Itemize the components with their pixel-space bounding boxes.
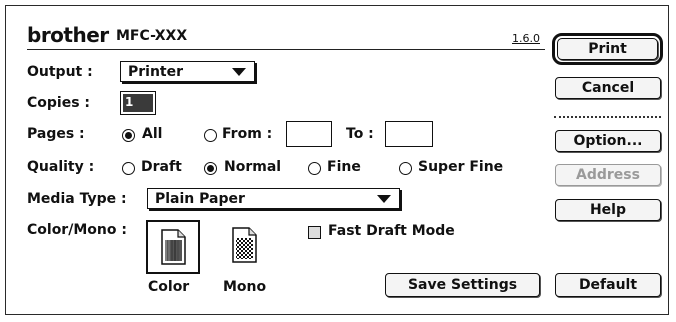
media-type-popup[interactable]: Plain Paper bbox=[147, 188, 400, 209]
copies-label: Copies : bbox=[27, 95, 91, 111]
model-name: MFC-XXX bbox=[116, 28, 188, 44]
output-value: Printer bbox=[128, 63, 184, 80]
help-button[interactable]: Help bbox=[555, 199, 661, 221]
color-mono-label: Color/Mono : bbox=[27, 222, 127, 238]
save-settings-button-label: Save Settings bbox=[407, 277, 518, 293]
copies-field[interactable]: 1 bbox=[120, 91, 156, 115]
color-label: Color bbox=[148, 279, 190, 295]
color-option[interactable] bbox=[146, 220, 200, 274]
pages-from-label: From : bbox=[222, 126, 273, 142]
pages-to-label: To : bbox=[346, 126, 374, 142]
media-type-label: Media Type : bbox=[27, 191, 127, 207]
address-button[interactable]: Address bbox=[555, 164, 661, 186]
default-button-label: Default bbox=[578, 277, 638, 293]
pages-from-field[interactable] bbox=[286, 121, 332, 147]
cancel-button[interactable]: Cancel bbox=[555, 77, 661, 99]
print-dialog: brother MFC-XXX 1.6.0 Output : Printer C… bbox=[5, 5, 669, 315]
button-separator bbox=[554, 116, 661, 118]
pages-all-label: All bbox=[142, 126, 163, 142]
print-button[interactable]: Print bbox=[552, 33, 663, 65]
option-button[interactable]: Option... bbox=[555, 130, 661, 152]
option-button-label: Option... bbox=[573, 133, 643, 149]
quality-fine-label: Fine bbox=[327, 159, 361, 175]
fast-draft-checkbox[interactable] bbox=[308, 226, 321, 239]
pages-to-field[interactable] bbox=[385, 121, 433, 147]
default-button[interactable]: Default bbox=[555, 273, 661, 297]
save-settings-button[interactable]: Save Settings bbox=[385, 273, 540, 297]
pages-all-radio[interactable] bbox=[122, 129, 135, 142]
fast-draft-label: Fast Draft Mode bbox=[328, 223, 455, 239]
mono-option[interactable] bbox=[221, 222, 271, 272]
color-document-icon bbox=[161, 229, 186, 265]
quality-draft-label: Draft bbox=[141, 159, 182, 175]
quality-label: Quality : bbox=[27, 159, 95, 175]
mono-document-icon bbox=[232, 227, 257, 263]
copies-value: 1 bbox=[123, 94, 153, 112]
pages-from-radio[interactable] bbox=[204, 129, 217, 142]
help-button-label: Help bbox=[589, 202, 627, 218]
header-divider bbox=[27, 49, 545, 50]
brand-logo: brother bbox=[27, 23, 109, 47]
output-popup[interactable]: Printer bbox=[120, 61, 255, 82]
quality-fine-radio[interactable] bbox=[308, 162, 321, 175]
version-label: 1.6.0 bbox=[512, 32, 540, 45]
output-label: Output : bbox=[27, 64, 93, 80]
mono-label: Mono bbox=[223, 279, 267, 295]
quality-normal-radio[interactable] bbox=[204, 162, 217, 175]
chevron-down-icon bbox=[232, 67, 246, 76]
quality-super-fine-label: Super Fine bbox=[418, 159, 504, 175]
quality-draft-radio[interactable] bbox=[122, 162, 135, 175]
address-button-label: Address bbox=[576, 167, 640, 183]
quality-super-fine-radio[interactable] bbox=[399, 162, 412, 175]
print-button-label: Print bbox=[588, 41, 627, 57]
chevron-down-icon bbox=[377, 194, 391, 203]
cancel-button-label: Cancel bbox=[581, 80, 635, 96]
media-type-value: Plain Paper bbox=[155, 190, 245, 207]
pages-label: Pages : bbox=[27, 126, 85, 142]
quality-normal-label: Normal bbox=[224, 159, 282, 175]
